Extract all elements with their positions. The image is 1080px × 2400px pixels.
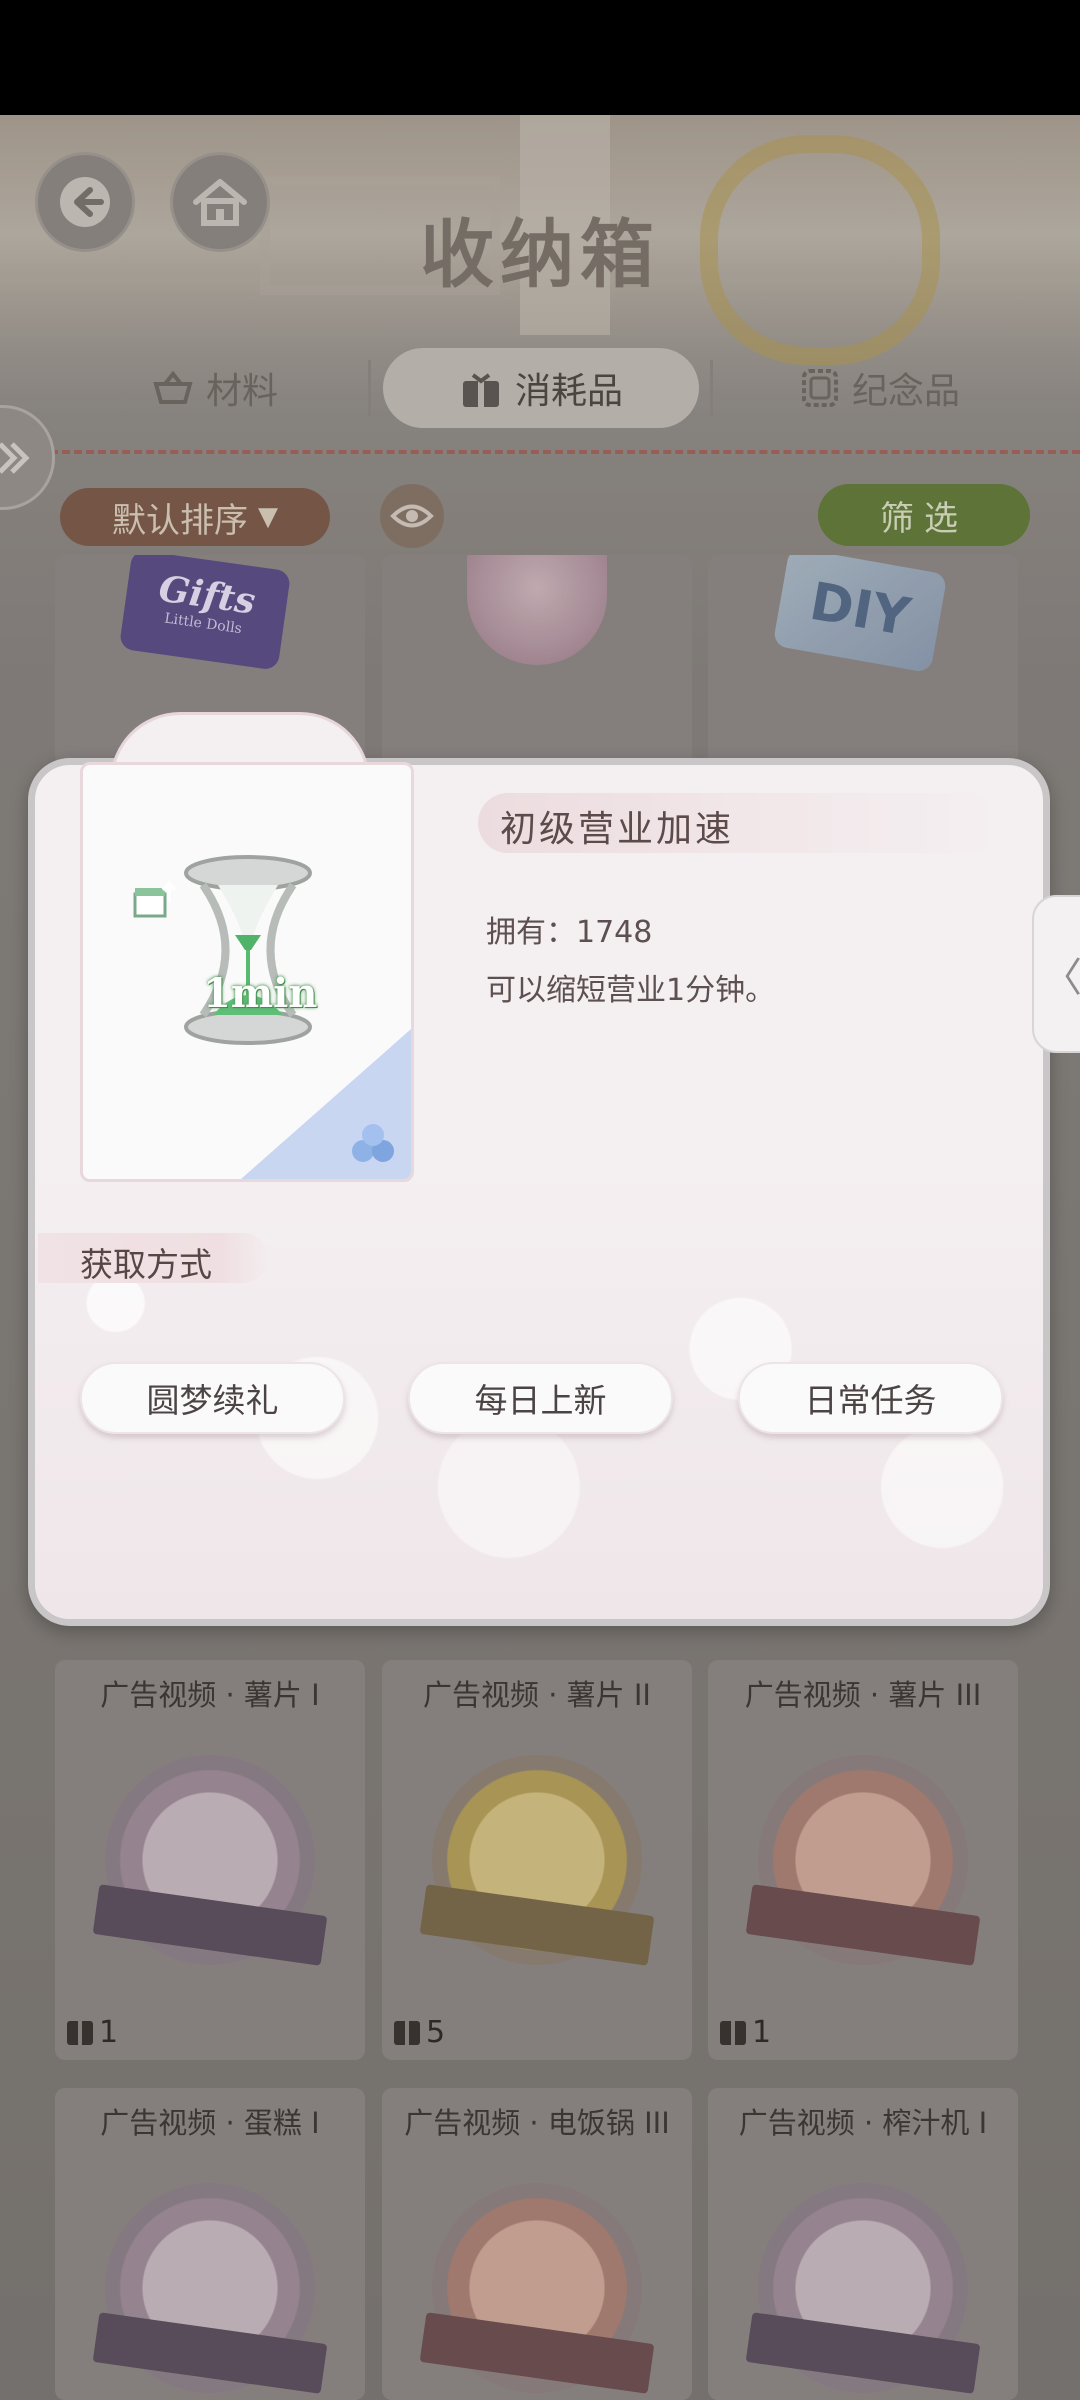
source-button-dream-gift[interactable]: 圆梦续礼 [80, 1362, 345, 1434]
box-icon [394, 2020, 420, 2045]
count-value: 1 [752, 2015, 772, 2050]
tab-label: 消耗品 [514, 371, 623, 412]
sort-dropdown[interactable]: 默认排序 ▼ [60, 488, 330, 546]
frame-icon [801, 369, 838, 407]
item-card-dress[interactable] [382, 555, 692, 765]
item-label: 广告视频 · 薯片 II [423, 1678, 651, 1712]
filter-button[interactable]: 筛选 [818, 484, 1030, 546]
basket-icon [153, 370, 193, 404]
tab-materials[interactable]: 材料 [115, 348, 315, 428]
item-card[interactable]: 广告视频 · 薯片 III 1 [708, 1660, 1018, 2060]
diy-card-title: DIY [805, 571, 915, 649]
item-preview-card: 1min [80, 762, 414, 1182]
shop-upgrade-icon [133, 881, 177, 918]
item-card[interactable]: 广告视频 · 电饭锅 III [382, 2088, 692, 2400]
category-tabs: 材料 消耗品 纪念品 [0, 340, 1080, 435]
item-count: 5 [394, 2015, 445, 2050]
acquire-section-title: 获取方式 [80, 1245, 212, 1284]
source-button-daily-new[interactable]: 每日上新 [408, 1362, 673, 1434]
item-label: 广告视频 · 榨汁机 I [738, 2106, 988, 2140]
item-label: 广告视频 · 电饭锅 III [404, 2106, 670, 2140]
tab-divider [710, 360, 713, 416]
duration-badge: 1min [203, 970, 318, 1017]
gift-card-art: Gifts Little Dolls [118, 555, 292, 671]
tab-label: 纪念品 [851, 371, 960, 412]
item-name: 初级营业加速 [500, 809, 735, 850]
item-card[interactable]: 广告视频 · 薯片 II 5 [382, 1660, 692, 2060]
item-card-diy[interactable]: DIY [708, 555, 1018, 765]
chevron-left-icon: 〈 [1042, 955, 1080, 1001]
page-title: 收纳箱 [420, 212, 660, 298]
side-panel-handle[interactable]: 〈 [1032, 895, 1080, 1053]
item-count: 1 [67, 2015, 118, 2050]
gift-box-icon [462, 371, 499, 407]
dress-bubble-art [467, 555, 607, 665]
item-count: 1 [720, 2015, 771, 2050]
count-value: 1 [99, 2015, 119, 2050]
item-label: 广告视频 · 蛋糕 I [100, 2106, 320, 2140]
tab-label: 材料 [205, 371, 278, 412]
chevron-down-icon: ▼ [258, 502, 278, 532]
visibility-toggle[interactable] [380, 484, 444, 548]
box-icon [720, 2020, 746, 2045]
owned-count: 拥有：1748 [486, 915, 653, 950]
tab-consumables[interactable]: 消耗品 [383, 348, 699, 428]
item-card[interactable]: 广告视频 · 榨汁机 I [708, 2088, 1018, 2400]
source-button-daily-task[interactable]: 日常任务 [738, 1362, 1003, 1434]
item-card[interactable]: 广告视频 · 薯片 I 1 [55, 1660, 365, 2060]
status-bar [0, 0, 1080, 115]
item-description: 可以缩短营业1分钟。 [486, 973, 776, 1008]
sort-label: 默认排序 [112, 500, 248, 541]
double-chevron-right-icon [0, 441, 30, 474]
item-label: 广告视频 · 薯片 III [744, 1678, 982, 1712]
dashed-divider [50, 450, 1080, 454]
diy-card-art: DIY [772, 555, 948, 674]
tab-divider [368, 360, 371, 416]
box-icon [67, 2020, 93, 2045]
gem-cluster-icon [352, 1124, 394, 1162]
count-value: 5 [426, 2015, 446, 2050]
tab-souvenirs[interactable]: 纪念品 [770, 348, 990, 428]
item-label: 广告视频 · 薯片 I [100, 1678, 320, 1712]
eye-icon [390, 504, 434, 528]
item-card[interactable]: 广告视频 · 蛋糕 I [55, 2088, 365, 2400]
